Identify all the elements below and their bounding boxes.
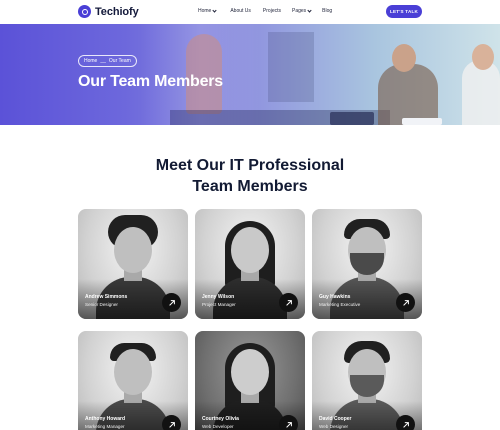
breadcrumb-home-link[interactable]: Home xyxy=(84,58,97,64)
member-role: Senior Designer xyxy=(85,302,118,307)
hero-photo-shelf xyxy=(268,32,314,102)
member-role: Web Designer xyxy=(319,424,349,429)
team-card[interactable]: Andrew Simmons Senior Designer xyxy=(78,209,188,319)
nav-item-label: Projects xyxy=(262,8,281,14)
arrow-up-right-icon xyxy=(168,299,175,306)
member-name: Anthony Howard xyxy=(85,416,125,422)
team-card[interactable]: Anthony Howard Marketing Manager xyxy=(78,331,188,430)
member-role: Project Manager xyxy=(202,302,236,307)
logo-ring-icon xyxy=(78,5,91,18)
arrow-up-right-icon xyxy=(285,421,292,428)
nav-item-label: Home xyxy=(198,8,212,14)
profile-link-button[interactable] xyxy=(396,415,415,430)
arrow-up-right-icon xyxy=(402,299,409,306)
hero-photo-tablet xyxy=(402,118,442,125)
team-card[interactable]: David Cooper Web Designer xyxy=(312,331,422,430)
arrow-up-right-icon xyxy=(402,421,409,428)
team-page: Techiofy Home About Us Projects Pages Bl… xyxy=(0,0,500,430)
nav-item-label: Blog xyxy=(322,8,333,14)
hero-banner: Home __ Our Team Our Team Members xyxy=(0,24,500,125)
breadcrumb-current: Our Team xyxy=(108,58,131,64)
logo-text: Techiofy xyxy=(95,5,139,18)
member-name: David Cooper xyxy=(319,416,352,422)
nav-item-projects[interactable]: Projects xyxy=(263,8,281,14)
hero-photo-head xyxy=(472,44,494,70)
profile-link-button[interactable] xyxy=(162,415,181,430)
section-title: Meet Our IT Professional Team Members xyxy=(0,155,500,197)
member-role: Web Developer xyxy=(202,424,234,429)
lets-talk-button[interactable]: LET'S TALK xyxy=(386,5,422,18)
main-nav: Home About Us Projects Pages Blog xyxy=(198,7,332,14)
team-card[interactable]: Courtney Olivia Web Developer xyxy=(195,331,305,430)
page-title: Our Team Members xyxy=(78,73,223,90)
section-title-line-1: Meet Our IT Professional xyxy=(155,157,345,174)
nav-item-label: Pages xyxy=(291,8,307,14)
chevron-down-icon xyxy=(307,7,312,13)
profile-link-button[interactable] xyxy=(162,293,181,312)
member-photo-head xyxy=(114,227,152,273)
member-photo-head xyxy=(231,227,269,273)
breadcrumb: Home __ Our Team xyxy=(78,55,137,67)
member-name: Andrew Simmons xyxy=(85,294,128,300)
nav-item-home[interactable]: Home xyxy=(198,7,217,14)
member-role: Marketing Executive xyxy=(319,302,361,307)
member-role: Marketing Manager xyxy=(85,424,125,429)
profile-link-button[interactable] xyxy=(279,415,298,430)
breadcrumb-separator: __ xyxy=(100,58,106,64)
arrow-up-right-icon xyxy=(285,299,292,306)
hero-photo-person xyxy=(378,64,438,125)
hero-photo-head xyxy=(392,44,416,72)
section-title-line-2: Team Members xyxy=(192,178,308,195)
nav-item-pages[interactable]: Pages xyxy=(291,7,312,14)
profile-link-button[interactable] xyxy=(279,293,298,312)
arrow-up-right-icon xyxy=(168,421,175,428)
member-photo-head xyxy=(114,349,152,395)
hero-photo-laptop xyxy=(330,112,374,125)
team-card[interactable]: Jenny Wilson Project Manager xyxy=(195,209,305,319)
member-name: Courtney Olivia xyxy=(202,416,239,422)
member-photo-head xyxy=(231,349,269,395)
nav-item-about[interactable]: About Us xyxy=(230,8,251,14)
profile-link-button[interactable] xyxy=(396,293,415,312)
chevron-down-icon xyxy=(212,7,217,13)
member-name: Jenny Wilson xyxy=(202,294,235,300)
nav-item-label: About Us xyxy=(230,8,251,14)
member-name: Guy Hawkins xyxy=(319,294,351,300)
site-header: Techiofy Home About Us Projects Pages Bl… xyxy=(0,0,500,24)
nav-item-blog[interactable]: Blog xyxy=(322,8,332,14)
site-logo[interactable]: Techiofy xyxy=(78,5,139,18)
team-card[interactable]: Guy Hawkins Marketing Executive xyxy=(312,209,422,319)
